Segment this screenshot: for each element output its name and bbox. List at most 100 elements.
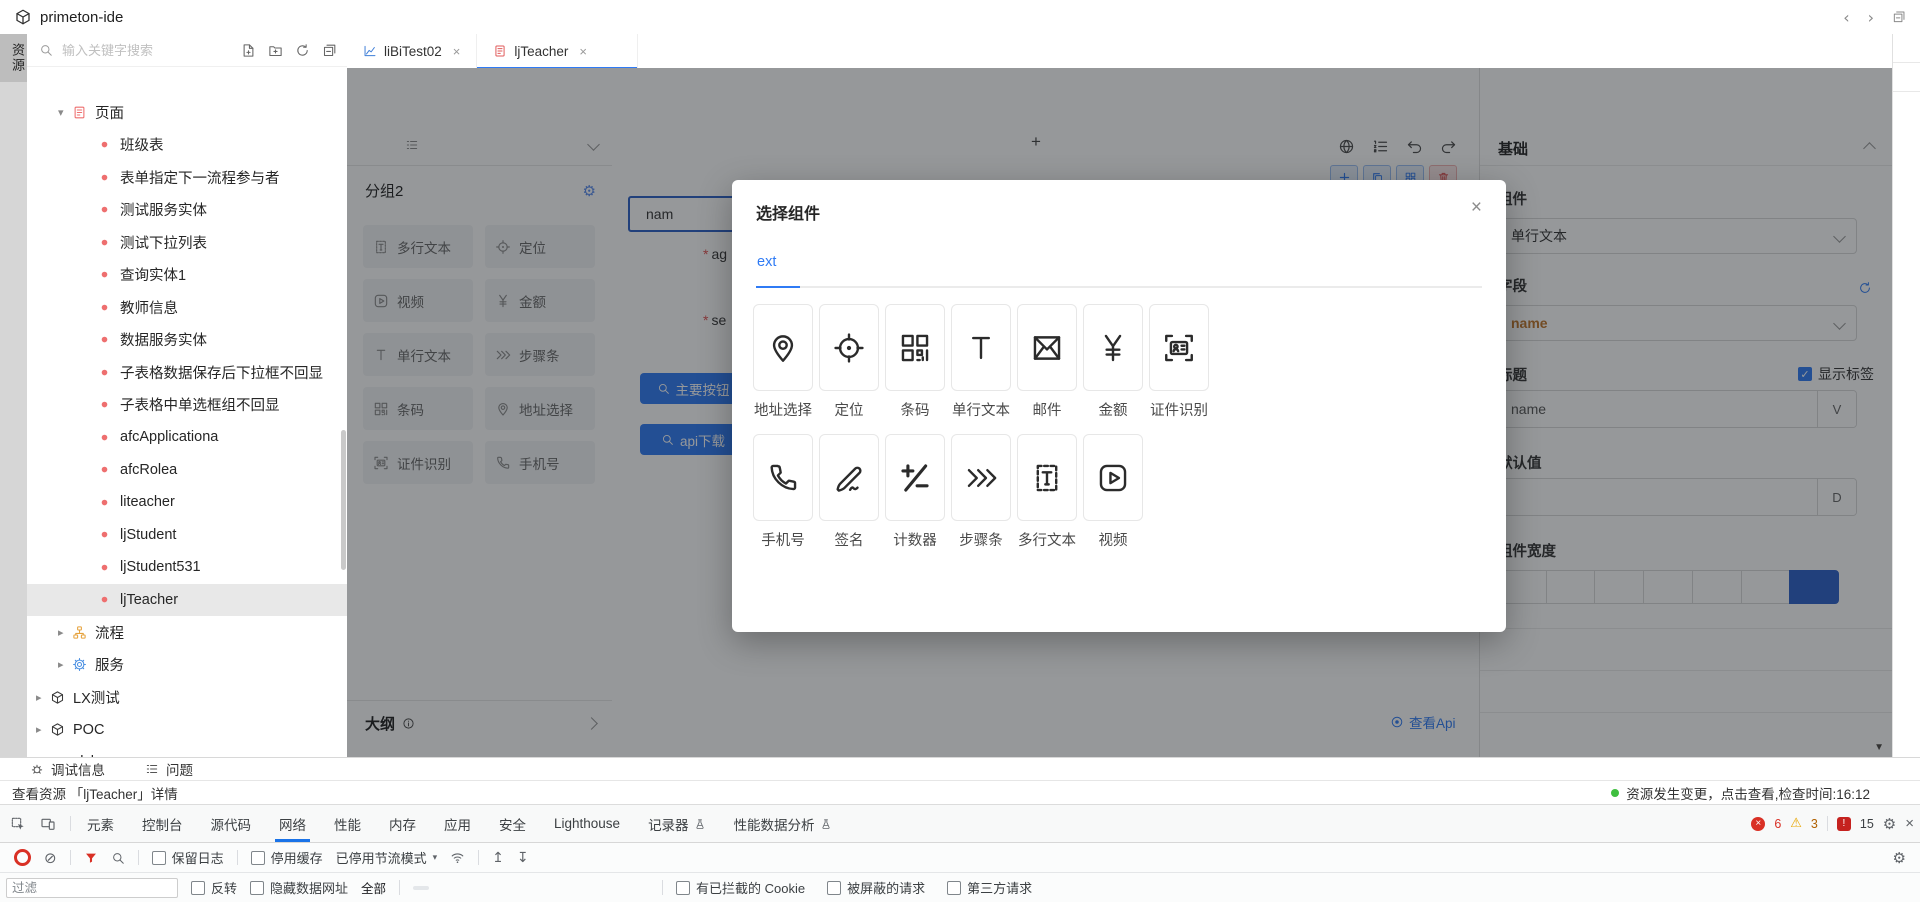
component-card-box[interactable] <box>951 304 1011 391</box>
close-icon[interactable]: × <box>1471 198 1482 217</box>
tree-item[interactable]: ljTeacher <box>27 584 347 617</box>
checkbox-icon[interactable] <box>251 851 265 865</box>
devtools-tab[interactable]: 网络 <box>279 805 306 842</box>
devtools-close-icon[interactable]: × <box>1905 815 1914 832</box>
tree-expand-arrow[interactable] <box>58 626 72 639</box>
close-icon[interactable]: × <box>453 44 461 59</box>
filter-option-checkbox[interactable]: 第三方请求 <box>947 878 1032 897</box>
export-har-icon[interactable]: ↧ <box>517 850 529 866</box>
component-card-box[interactable] <box>1017 434 1077 521</box>
component-card[interactable]: 地址选择 <box>753 304 813 420</box>
right-strip-tab[interactable] <box>1893 63 1920 92</box>
component-card[interactable]: 视频 <box>1083 434 1143 550</box>
tree-item[interactable]: POC <box>27 714 347 747</box>
tree-expand-arrow[interactable] <box>36 691 50 704</box>
tree-item[interactable]: afcApplicationa <box>27 421 347 454</box>
request-type-pill[interactable] <box>457 886 473 890</box>
devtools-tab[interactable]: 内存 <box>389 805 416 842</box>
activity-tab-resources[interactable]: 资源 <box>0 34 27 82</box>
debug-info-item[interactable]: 调试信息 <box>30 759 105 779</box>
devtools-settings-icon[interactable]: ⚙ <box>1883 815 1896 833</box>
tree-item[interactable]: 班级表 <box>27 129 347 162</box>
invert-checkbox[interactable]: 反转 <box>191 878 237 897</box>
network-settings-icon[interactable]: ⚙ <box>1893 849 1906 867</box>
new-page-icon[interactable] <box>241 43 256 58</box>
restore-window-icon[interactable] <box>1892 10 1906 24</box>
error-count[interactable]: 6 <box>1774 817 1781 831</box>
network-search-icon[interactable] <box>111 851 125 865</box>
devtools-tab[interactable]: Lighthouse <box>554 805 620 842</box>
tree-item[interactable]: afcRolea <box>27 454 347 487</box>
editor-tab[interactable]: liBiTest02 × <box>347 34 477 68</box>
request-type-pill[interactable] <box>479 886 495 890</box>
tree-item[interactable]: liteacher <box>27 486 347 519</box>
tree-item[interactable]: 查询实体1 <box>27 259 347 292</box>
tree-item[interactable]: 测试下拉列表 <box>27 226 347 259</box>
refresh-icon[interactable] <box>295 43 310 58</box>
tree-item[interactable]: 服务 <box>27 649 347 682</box>
status-right-text[interactable]: 资源发生变更，点击查看,检查时间:16:12 <box>1626 783 1870 803</box>
devtools-tab[interactable]: 性能数据分析 <box>734 805 832 842</box>
component-card[interactable]: 计数器 <box>885 434 945 550</box>
issues-count[interactable]: 15 <box>1860 817 1874 831</box>
tree-item[interactable]: 教师信息 <box>27 291 347 324</box>
close-icon[interactable]: × <box>579 44 587 59</box>
preserve-log-checkbox[interactable]: 保留日志 <box>152 848 224 867</box>
component-card-box[interactable] <box>753 434 813 521</box>
scroll-down-icon[interactable]: ▼ <box>1874 742 1884 753</box>
tree-item[interactable]: 子表格中单选框组不回显 <box>27 389 347 422</box>
network-conditions-icon[interactable] <box>450 850 465 865</box>
component-card[interactable]: 证件识别 <box>1149 304 1209 420</box>
component-card[interactable]: 金额 <box>1083 304 1143 420</box>
device-toolbar-icon[interactable] <box>40 816 56 832</box>
checkbox-icon[interactable] <box>827 881 841 895</box>
request-type-pill[interactable] <box>435 886 451 890</box>
nav-forward-icon[interactable]: › <box>1868 8 1874 27</box>
network-filter-input[interactable] <box>6 878 178 898</box>
checkbox-icon[interactable] <box>250 881 264 895</box>
tree-expand-arrow[interactable] <box>58 658 72 671</box>
new-folder-icon[interactable] <box>268 43 283 58</box>
request-type-pill[interactable] <box>523 886 539 890</box>
checkbox-icon[interactable] <box>191 881 205 895</box>
editor-tab[interactable]: ljTeacher × <box>477 34 638 68</box>
component-card-box[interactable] <box>951 434 1011 521</box>
request-type-pill[interactable] <box>611 886 627 890</box>
right-strip-tab[interactable] <box>1893 34 1920 63</box>
component-card[interactable]: 定位 <box>819 304 879 420</box>
checkbox-icon[interactable] <box>152 851 166 865</box>
component-card-box[interactable] <box>1017 304 1077 391</box>
component-card-box[interactable] <box>753 304 813 391</box>
console-error-icon[interactable]: × <box>1751 817 1765 831</box>
filter-option-checkbox[interactable]: 有已拦截的 Cookie <box>676 878 805 897</box>
tree-item[interactable]: ljStudent <box>27 519 347 552</box>
component-card[interactable]: 多行文本 <box>1017 434 1077 550</box>
devtools-tab[interactable]: 安全 <box>499 805 526 842</box>
search-input[interactable] <box>60 42 241 59</box>
request-type-pill[interactable] <box>567 886 583 890</box>
component-card[interactable]: 签名 <box>819 434 879 550</box>
component-card-box[interactable] <box>1083 434 1143 521</box>
inspect-element-icon[interactable] <box>10 816 26 832</box>
request-type-pill[interactable] <box>545 886 561 890</box>
warning-count[interactable]: 3 <box>1811 817 1818 831</box>
tree-item[interactable]: 页面 <box>27 96 347 129</box>
tree-item[interactable]: 子表格数据保存后下拉框不回显 <box>27 356 347 389</box>
component-card-box[interactable] <box>1149 304 1209 391</box>
dialog-tab-ext[interactable]: ext <box>757 254 776 270</box>
component-card-box[interactable] <box>885 434 945 521</box>
request-type-pill[interactable] <box>633 886 649 890</box>
tree-item[interactable]: 测试服务实体 <box>27 194 347 227</box>
issues-icon[interactable]: ! <box>1837 817 1851 831</box>
nav-back-icon[interactable]: ‹ <box>1843 8 1849 27</box>
devtools-tab[interactable]: 记录器 <box>648 805 706 842</box>
checkbox-icon[interactable] <box>676 881 690 895</box>
throttling-select[interactable]: 已停用节流模式 ▾ <box>336 848 438 867</box>
filter-all-label[interactable]: 全部 <box>361 878 386 897</box>
component-card-box[interactable] <box>1083 304 1143 391</box>
tree-item[interactable]: clclc <box>27 746 347 757</box>
problems-item[interactable]: 问题 <box>145 759 193 779</box>
request-type-pill[interactable] <box>589 886 605 890</box>
tree-expand-arrow[interactable] <box>58 106 72 119</box>
clear-network-icon[interactable]: ⊘ <box>44 849 57 867</box>
